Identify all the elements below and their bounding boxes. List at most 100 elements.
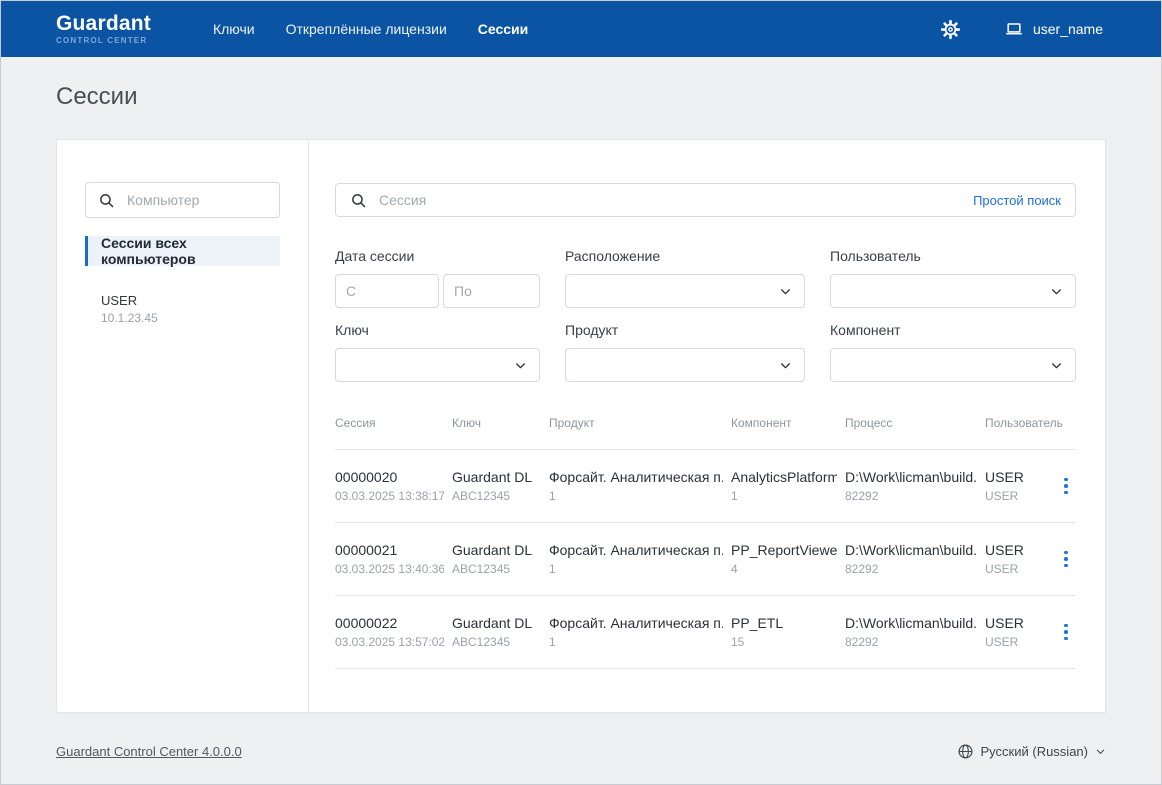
row-menu-button[interactable] bbox=[1056, 474, 1076, 499]
user-host: USER bbox=[985, 635, 1048, 649]
row-menu-button[interactable] bbox=[1056, 547, 1076, 572]
session-search-input[interactable] bbox=[377, 191, 963, 209]
chevron-down-icon bbox=[779, 285, 792, 298]
globe-icon bbox=[957, 743, 974, 760]
date-from-input[interactable] bbox=[335, 274, 439, 308]
location-select[interactable] bbox=[565, 274, 805, 308]
filter-label: Продукт bbox=[565, 322, 805, 338]
user-host: USER bbox=[985, 489, 1048, 503]
filter-product: Продукт bbox=[565, 322, 805, 382]
user-name: USER bbox=[985, 542, 1048, 558]
key-name: Guardant DL bbox=[452, 469, 541, 485]
search-icon bbox=[350, 192, 367, 209]
session-id: 00000020 bbox=[335, 469, 444, 485]
computer-ip: 10.1.23.45 bbox=[101, 311, 280, 325]
session-search-box: Простой поиск bbox=[335, 183, 1076, 217]
component-number: 4 bbox=[731, 562, 837, 576]
guardant-logo[interactable]: Guardant CONTROL CENTER bbox=[56, 13, 151, 45]
page-title: Сессии bbox=[1, 57, 1161, 139]
page-footer: Guardant Control Center 4.0.0.0 Русский … bbox=[56, 743, 1106, 760]
chevron-down-icon bbox=[1050, 359, 1063, 372]
product-select[interactable] bbox=[565, 348, 805, 382]
key-name: Guardant DL bbox=[452, 615, 541, 631]
filter-label: Ключ bbox=[335, 322, 540, 338]
language-label: Русский (Russian) bbox=[981, 744, 1088, 759]
computers-panel: Сессии всех компьютеров USER 10.1.23.45 bbox=[57, 140, 309, 712]
column-header-process: Процесс bbox=[845, 416, 985, 430]
chevron-down-icon bbox=[1050, 285, 1063, 298]
filters-grid: Дата сессии Расположение Пользовате bbox=[335, 248, 1076, 382]
key-id: ABC12345 bbox=[452, 635, 541, 649]
logo-subtitle: CONTROL CENTER bbox=[56, 37, 151, 45]
session-id: 00000022 bbox=[335, 615, 444, 631]
user-name: USER bbox=[985, 469, 1048, 485]
table-header: Сессия Ключ Продукт Компонент Процесс По… bbox=[335, 416, 1076, 450]
product-name: Форсайт. Аналитическая п... bbox=[549, 542, 723, 558]
filter-session-date: Дата сессии bbox=[335, 248, 540, 308]
table-row: 0000002103.03.2025 13:40:36 Guardant DLA… bbox=[335, 523, 1076, 596]
simple-search-link[interactable]: Простой поиск bbox=[973, 193, 1061, 208]
all-computers-sessions-item[interactable]: Сессии всех компьютеров bbox=[85, 236, 280, 266]
component-number: 15 bbox=[731, 635, 837, 649]
navbar-right: user_name bbox=[940, 18, 1103, 40]
column-header-component: Компонент bbox=[731, 416, 845, 430]
filter-label: Дата сессии bbox=[335, 248, 540, 264]
session-id: 00000021 bbox=[335, 542, 444, 558]
nav-item-keys[interactable]: Ключи bbox=[211, 15, 257, 43]
gear-icon bbox=[940, 19, 961, 40]
component-name: PP_ETL bbox=[731, 615, 837, 631]
computer-search-input[interactable] bbox=[125, 191, 267, 209]
user-menu[interactable]: user_name bbox=[1004, 19, 1103, 39]
chevron-down-icon bbox=[779, 359, 792, 372]
filter-component: Компонент bbox=[830, 322, 1076, 382]
table-row: 00000022 03.03.2025 13:57:02 Guardant DL A… bbox=[335, 596, 1076, 669]
column-header-session: Сессия bbox=[335, 416, 452, 430]
session-date: 03.03.2025 13:57:02 bbox=[335, 635, 444, 649]
version-link[interactable]: Guardant Control Center 4.0.0.0 bbox=[56, 744, 242, 759]
filter-key: Ключ bbox=[335, 322, 540, 382]
filter-location: Расположение bbox=[565, 248, 805, 308]
filter-label: Пользователь bbox=[830, 248, 1076, 264]
user-name-label: user_name bbox=[1033, 21, 1103, 37]
process-id: 82292 bbox=[845, 489, 977, 503]
user-host: USER bbox=[985, 562, 1048, 576]
row-menu-button[interactable] bbox=[1056, 620, 1076, 645]
process-path: D:\Work\licman\build... bbox=[845, 615, 977, 631]
session-date: 03.03.2025 13:40:36 bbox=[335, 562, 444, 576]
nav-item-sessions[interactable]: Сессии bbox=[476, 15, 531, 43]
user-name: USER bbox=[985, 615, 1048, 631]
nav-item-detached-licenses[interactable]: Откреплённые лицензии bbox=[284, 15, 449, 43]
chevron-down-icon bbox=[1095, 746, 1106, 757]
key-select[interactable] bbox=[335, 348, 540, 382]
session-date: 03.03.2025 13:38:17 bbox=[335, 489, 444, 503]
computer-search-box bbox=[85, 182, 280, 218]
component-name: PP_ReportViewer bbox=[731, 542, 837, 558]
sessions-card: Сессии всех компьютеров USER 10.1.23.45 … bbox=[56, 139, 1106, 713]
product-name: Форсайт. Аналитическая п... bbox=[549, 615, 723, 631]
component-select[interactable] bbox=[830, 348, 1076, 382]
key-id: ABC12345 bbox=[452, 489, 541, 503]
process-id: 82292 bbox=[845, 635, 977, 649]
top-navbar: Guardant CONTROL CENTER Ключи Откреплённ… bbox=[1, 1, 1161, 57]
sessions-panel: Простой поиск Дата сессии Расположение bbox=[309, 140, 1105, 712]
computer-list-item[interactable]: USER 10.1.23.45 bbox=[85, 293, 280, 325]
product-number: 1 bbox=[549, 562, 723, 576]
product-name: Форсайт. Аналитическая п... bbox=[549, 469, 723, 485]
component-number: 1 bbox=[731, 489, 837, 503]
computer-icon bbox=[1004, 19, 1024, 39]
column-header-user: Пользователь bbox=[985, 416, 1063, 430]
search-icon bbox=[98, 192, 115, 209]
date-to-input[interactable] bbox=[443, 274, 540, 308]
filter-label: Компонент bbox=[830, 322, 1076, 338]
user-select[interactable] bbox=[830, 274, 1076, 308]
logo-title: Guardant bbox=[56, 13, 151, 34]
settings-button[interactable] bbox=[940, 18, 962, 40]
sessions-table: Сессия Ключ Продукт Компонент Процесс По… bbox=[335, 416, 1076, 669]
filter-label: Расположение bbox=[565, 248, 805, 264]
component-name: AnalyticsPlatform bbox=[731, 469, 837, 485]
computer-name: USER bbox=[101, 293, 280, 308]
product-number: 1 bbox=[549, 635, 723, 649]
main-nav: Ключи Откреплённые лицензии Сессии bbox=[211, 15, 530, 43]
product-number: 1 bbox=[549, 489, 723, 503]
language-selector[interactable]: Русский (Russian) bbox=[957, 743, 1106, 760]
